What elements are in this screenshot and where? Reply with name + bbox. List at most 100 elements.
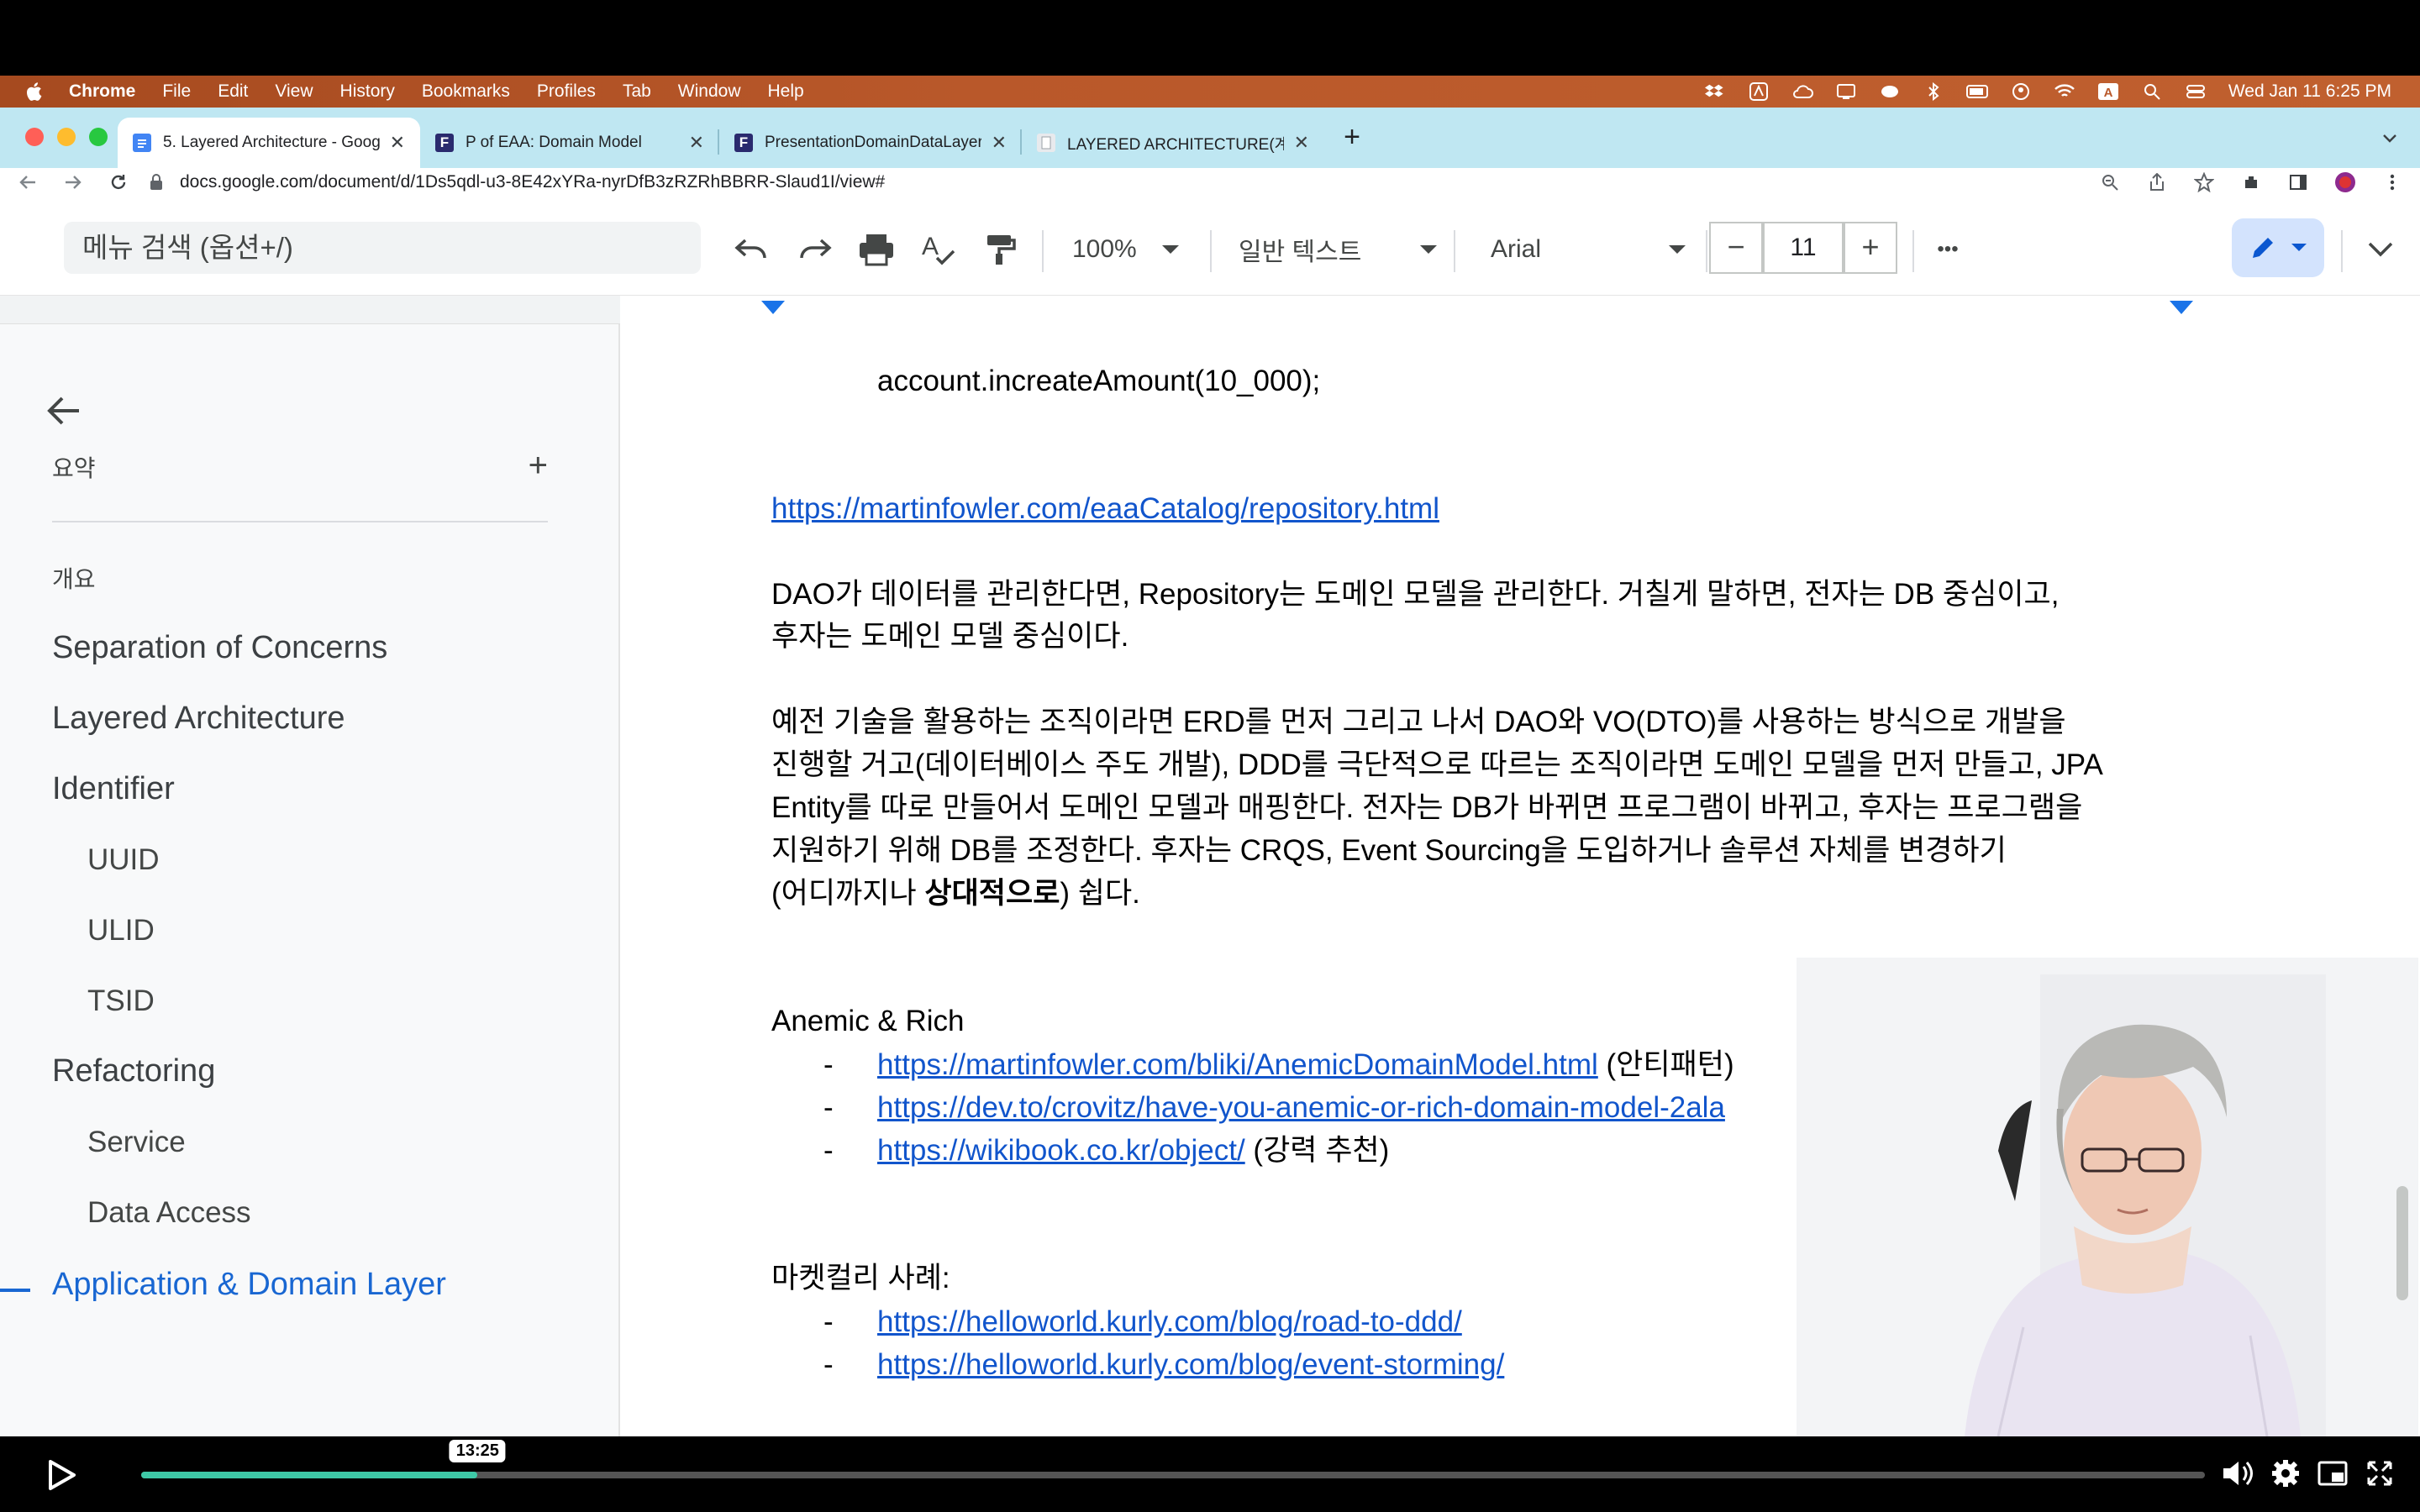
menu-view[interactable]: View — [275, 81, 313, 102]
outline-item-service[interactable]: Service — [87, 1126, 186, 1159]
fullscreen-icon[interactable] — [2363, 1457, 2396, 1490]
left-indent-marker[interactable] — [761, 301, 785, 314]
menu-profiles[interactable]: Profiles — [537, 81, 596, 102]
kurly-link-event-storming[interactable]: https://helloworld.kurly.com/blog/event-… — [877, 1348, 1504, 1381]
tab-presentation-domain-data[interactable]: F PresentationDomainDataLayer ✕ — [719, 118, 1022, 168]
menu-bookmarks[interactable]: Bookmarks — [422, 81, 510, 102]
menubar-clock[interactable]: Wed Jan 11 6:25 PM — [2228, 81, 2391, 102]
back-icon[interactable] — [17, 171, 39, 193]
control-center-icon[interactable] — [2185, 82, 2207, 101]
anemic-link-devto[interactable]: https://dev.to/crovitz/have-you-anemic-o… — [877, 1091, 1725, 1124]
spotlight-icon[interactable] — [2141, 82, 2163, 101]
progress-track[interactable]: 13:25 — [141, 1440, 2205, 1478]
print-icon[interactable] — [855, 230, 897, 269]
anemic-heading[interactable]: Anemic & Rich — [771, 1000, 965, 1042]
outline-item-separation-of-concerns[interactable]: Separation of Concerns — [52, 630, 387, 666]
tab-layered-architecture[interactable]: 5. Layered Architecture - Goog ✕ — [118, 118, 420, 168]
outline-item-data-access[interactable]: Data Access — [87, 1196, 251, 1230]
menu-file[interactable]: File — [162, 81, 191, 102]
paint-format-icon[interactable] — [980, 230, 1022, 269]
outline-item-identifier[interactable]: Identifier — [52, 771, 175, 807]
anemic-link-fowler[interactable]: https://martinfowler.com/bliki/AnemicDom… — [877, 1048, 1598, 1081]
user-icon[interactable] — [2010, 82, 2032, 101]
zoom-icon[interactable] — [2099, 171, 2121, 193]
kurly-heading[interactable]: 마켓컬리 사례: — [771, 1257, 950, 1299]
dropbox-icon[interactable] — [1704, 82, 1726, 101]
add-summary-button[interactable]: + — [529, 447, 548, 485]
extensions-icon[interactable] — [2240, 171, 2262, 193]
bookmark-star-icon[interactable] — [2193, 171, 2215, 193]
outline-item-application-domain-layer[interactable]: Application & Domain Layer — [52, 1267, 446, 1303]
anemic-link-wikibook[interactable]: https://wikibook.co.kr/object/ — [877, 1134, 1245, 1167]
close-tab-icon[interactable]: ✕ — [390, 132, 405, 154]
more-options-button[interactable]: ••• — [1924, 230, 1971, 269]
outline-item-tsid[interactable]: TSID — [87, 984, 155, 1018]
close-window-button[interactable] — [25, 128, 44, 146]
settings-gear-icon[interactable] — [2269, 1457, 2302, 1490]
battery-icon[interactable] — [1965, 82, 1988, 101]
outline-item-layered-architecture[interactable]: Layered Architecture — [52, 701, 345, 737]
display-icon[interactable] — [1835, 82, 1857, 101]
style-select[interactable]: 일반 텍스트 — [1239, 230, 1439, 269]
lock-icon[interactable] — [150, 174, 165, 191]
hide-menus-chevron-icon[interactable] — [2358, 230, 2403, 269]
apple-menu-icon[interactable] — [24, 80, 47, 103]
increase-font-size-button[interactable]: + — [1844, 222, 1897, 274]
new-tab-button[interactable]: + — [1338, 123, 1366, 151]
dao-paragraph-line-2[interactable]: 후자는 도메인 모델 중심이다. — [771, 615, 1128, 658]
share-icon[interactable] — [2146, 171, 2168, 193]
menu-search-input[interactable]: 메뉴 검색 (옵션+/) — [64, 222, 701, 274]
right-indent-marker[interactable] — [2170, 301, 2193, 314]
close-tab-icon[interactable]: ✕ — [1294, 132, 1309, 154]
document-scrollbar[interactable] — [2396, 1186, 2408, 1300]
tab-search-chevron-icon[interactable] — [2380, 128, 2400, 148]
reload-icon[interactable] — [108, 171, 129, 193]
decrease-font-size-button[interactable]: − — [1709, 222, 1763, 274]
forward-icon[interactable] — [62, 171, 84, 193]
erd-paragraph-line-5[interactable]: (어디까지나 상대적으로) 쉽다. — [771, 872, 1140, 915]
input-source-icon[interactable]: A — [2097, 82, 2119, 101]
redo-icon[interactable] — [793, 230, 835, 269]
bluetooth-icon[interactable] — [1923, 82, 1944, 101]
picture-in-picture-icon[interactable] — [2316, 1457, 2349, 1490]
outline-item-uuid[interactable]: UUID — [87, 843, 160, 877]
play-icon[interactable] — [42, 1457, 79, 1494]
tab-layered-architecture-ko[interactable]: LAYERED ARCHITECTURE(계층 ✕ — [1022, 118, 1324, 168]
url-text[interactable]: docs.google.com/document/d/1Ds5qdl-u3-8E… — [180, 172, 885, 192]
cloud-icon[interactable] — [1791, 82, 1813, 101]
minimize-window-button[interactable] — [57, 128, 76, 146]
font-select[interactable]: Arial — [1491, 230, 1687, 269]
adobe-icon[interactable] — [1748, 82, 1770, 101]
undo-icon[interactable] — [731, 230, 773, 269]
close-tab-icon[interactable]: ✕ — [992, 132, 1007, 154]
close-outline-arrow-icon[interactable] — [44, 391, 82, 430]
erd-paragraph-line-2[interactable]: 진행할 거고(데이터베이스 주도 개발), DDD를 극단적으로 따르는 조직이… — [771, 743, 2103, 786]
editing-mode-button[interactable] — [2232, 218, 2324, 277]
chrome-menu-icon[interactable] — [2381, 171, 2403, 193]
erd-paragraph-line-1[interactable]: 예전 기술을 활용하는 조직이라면 ERD를 먼저 그리고 나서 DAO와 VO… — [771, 701, 2066, 743]
wifi-icon[interactable] — [2054, 82, 2075, 101]
erd-paragraph-line-4[interactable]: 지원하기 위해 DB를 조정한다. 후자는 CRQS, Event Sourci… — [771, 829, 2007, 872]
close-tab-icon[interactable]: ✕ — [689, 132, 704, 154]
menu-help[interactable]: Help — [768, 81, 804, 102]
sidepanel-icon[interactable] — [2287, 171, 2309, 193]
outline-item-ulid[interactable]: ULID — [87, 914, 155, 948]
code-line[interactable]: account.increateAmount(10_000); — [877, 360, 1320, 402]
profile-avatar[interactable] — [2334, 171, 2356, 193]
font-size-input[interactable]: 11 — [1763, 222, 1844, 274]
tab-poeaa-domain-model[interactable]: F P of EAA: Domain Model ✕ — [420, 118, 719, 168]
omnibox[interactable]: docs.google.com/document/d/1Ds5qdl-u3-8E… — [150, 168, 2099, 197]
menu-window[interactable]: Window — [678, 81, 741, 102]
dao-paragraph-line-1[interactable]: DAO가 데이터를 관리한다면, Repository는 도메인 모델을 관리한… — [771, 573, 2059, 616]
volume-icon[interactable] — [2220, 1457, 2254, 1490]
coffee-icon[interactable] — [1879, 82, 1901, 101]
menu-history[interactable]: History — [340, 81, 395, 102]
outline-item-refactoring[interactable]: Refactoring — [52, 1053, 215, 1089]
spellcheck-icon[interactable]: A — [918, 230, 960, 269]
erd-paragraph-line-3[interactable]: Entity를 따로 만들어서 도메인 모델과 매핑한다. 전자는 DB가 바뀌… — [771, 786, 2082, 829]
menu-app-name[interactable]: Chrome — [69, 81, 135, 102]
menu-edit[interactable]: Edit — [218, 81, 248, 102]
menu-tab[interactable]: Tab — [623, 81, 651, 102]
repository-link[interactable]: https://martinfowler.com/eaaCatalog/repo… — [771, 492, 1439, 525]
kurly-link-road-to-ddd[interactable]: https://helloworld.kurly.com/blog/road-t… — [877, 1305, 1462, 1338]
